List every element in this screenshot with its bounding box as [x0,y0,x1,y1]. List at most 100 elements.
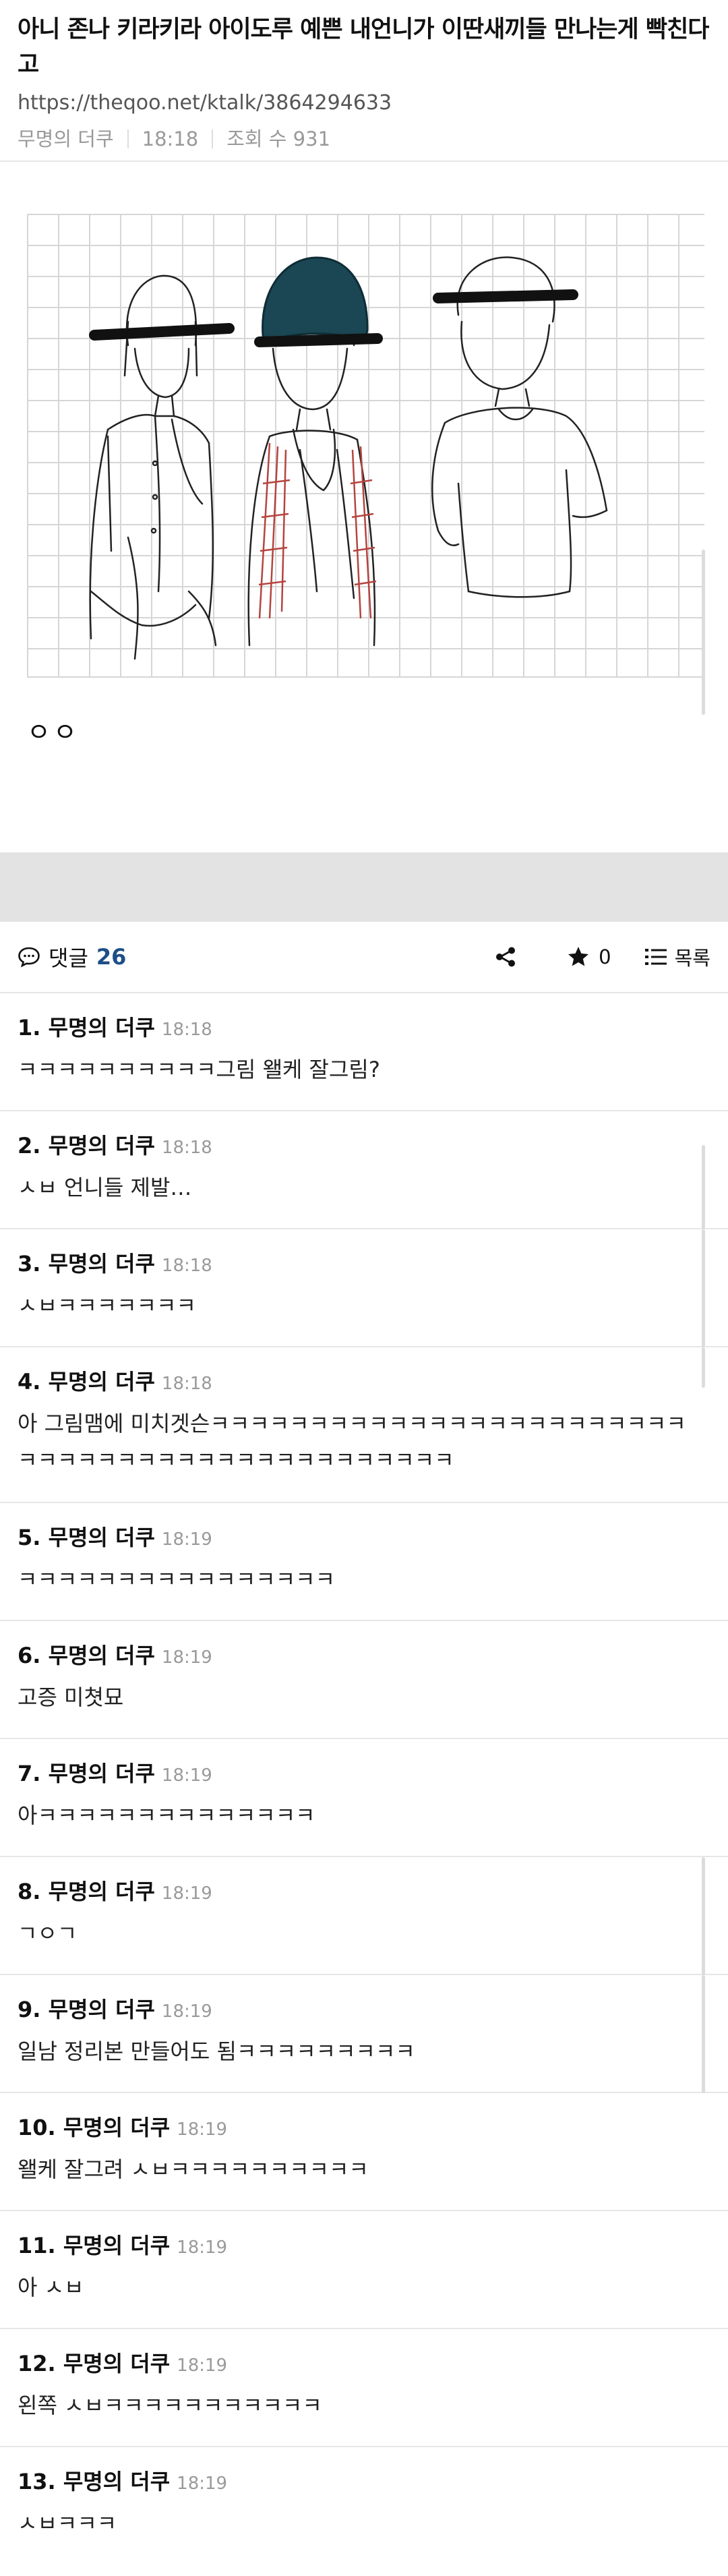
comment-text: ㅅㅂㅋㅋㅋ [18,2511,117,2536]
comments-count: 26 [96,944,127,970]
post-meta: 무명의 더쿠 18:18 조회 수 931 [18,125,710,152]
comment-item[interactable]: 5. 무명의 더쿠 18:19 ㅋㅋㅋㅋㅋㅋㅋㅋㅋㅋㅋㅋㅋㅋㅋㅋ [0,1503,728,1621]
comment-header: 3. 무명의 더쿠 18:18 [18,1247,710,1278]
like-button[interactable]: 0 [566,945,611,969]
comment-author[interactable]: 4. 무명의 더쿠 [18,1365,155,1396]
like-count: 0 [599,945,611,968]
comment-item[interactable]: 2. 무명의 더쿠 18:18 ㅅㅂ 언니들 제발… [0,1111,728,1229]
comment-time: 18:18 [161,1374,212,1394]
comment-header: 4. 무명의 더쿠 18:18 [18,1365,710,1396]
comment-time: 18:19 [161,1529,212,1550]
comment-header: 12. 무명의 더쿠 18:19 [18,2347,710,2378]
comment-item[interactable]: 9. 무명의 더쿠 18:19 일남 정리본 만들어도 됨ㅋㅋㅋㅋㅋㅋㅋㅋㅋ [0,1975,728,2093]
section-divider-band [0,852,728,922]
comment-time: 18:19 [161,1647,212,1668]
comment-author[interactable]: 13. 무명의 더쿠 [18,2465,170,2496]
post-author[interactable]: 무명의 더쿠 [18,125,114,152]
comment-time: 18:19 [177,2355,228,2376]
comment-time: 18:18 [161,1256,212,1276]
comment-time: 18:19 [177,2119,228,2140]
comment-author[interactable]: 6. 무명의 더쿠 [18,1639,155,1670]
comment-item[interactable]: 7. 무명의 더쿠 18:19 아ㅋㅋㅋㅋㅋㅋㅋㅋㅋㅋㅋㅋㅋㅋ [0,1739,728,1857]
post-body: ㅇㅇ [0,162,728,852]
list-scroll-thumb[interactable] [702,1229,705,1347]
comment-time: 18:19 [177,2237,228,2258]
comment-time: 18:19 [177,2473,228,2494]
comment-time: 18:19 [161,2001,212,2022]
post-views: 조회 수 931 [226,127,331,150]
comment-author[interactable]: 9. 무명의 더쿠 [18,1993,155,2024]
comment-count-group[interactable]: 댓글 26 [18,941,126,972]
comment-item[interactable]: 13. 무명의 더쿠 18:19 ㅅㅂㅋㅋㅋ [0,2447,728,2565]
post-drawing-image [27,214,704,678]
comment-header: 7. 무명의 더쿠 18:19 [18,1757,710,1788]
comment-author[interactable]: 12. 무명의 더쿠 [18,2347,170,2378]
post-body-text: ㅇㅇ [27,718,80,747]
comment-item[interactable]: 4. 무명의 더쿠 18:18 아 그림맴에 미치겟슨ㅋㅋㅋㅋㅋㅋㅋㅋㅋㅋㅋㅋㅋ… [0,1347,728,1503]
comment-text: 아 그림맴에 미치겟슨ㅋㅋㅋㅋㅋㅋㅋㅋㅋㅋㅋㅋㅋㅋㅋㅋㅋㅋㅋㅋㅋㅋㅋㅋㅋㅋㅋㅋㅋ… [18,1411,686,1473]
list-scroll-thumb[interactable] [702,1857,705,1975]
post-title: 아니 존나 키라키라 아이도루 예쁜 내언니가 이딴새끼들 만나는게 빡친다고 [18,16,709,78]
meta-divider [212,129,214,148]
meta-divider [127,129,129,148]
comment-header: 1. 무명의 더쿠 18:18 [18,1011,710,1042]
comment-header: 10. 무명의 더쿠 18:19 [18,2111,710,2142]
comment-header: 2. 무명의 더쿠 18:18 [18,1129,710,1160]
comment-author[interactable]: 11. 무명의 더쿠 [18,2229,170,2260]
comment-text: 왤케 잘그려 ㅅㅂㅋㅋㅋㅋㅋㅋㅋㅋㅋㅋ [18,2157,369,2182]
comment-text: ㅋㅋㅋㅋㅋㅋㅋㅋㅋㅋ그림 왤케 잘그림? [18,1057,380,1082]
comment-header: 9. 무명의 더쿠 18:19 [18,1993,710,2024]
page: 아니 존나 키라키라 아이도루 예쁜 내언니가 이딴새끼들 만나는게 빡친다고 … [0,0,728,2576]
comment-time: 18:19 [161,1883,212,1904]
comment-item[interactable]: 3. 무명의 더쿠 18:18 ㅅㅂㅋㅋㅋㅋㅋㅋㅋ [0,1229,728,1347]
comments-label: 댓글 [49,945,88,971]
comment-header: 11. 무명의 더쿠 18:19 [18,2229,710,2260]
comment-author[interactable]: 3. 무명의 더쿠 [18,1247,155,1278]
comment-text: ㅅㅂㅋㅋㅋㅋㅋㅋㅋ [18,1293,196,1318]
comment-text: 아 ㅅㅂ [18,2275,84,2300]
list-scroll-thumb[interactable] [702,1975,705,2093]
comment-list: 1. 무명의 더쿠 18:18 ㅋㅋㅋㅋㅋㅋㅋㅋㅋㅋ그림 왤케 잘그림? 2. … [0,993,728,2565]
post-time: 18:18 [142,127,199,150]
comment-author[interactable]: 5. 무명의 더쿠 [18,1521,155,1552]
list-label: 목록 [674,947,710,970]
star-icon [568,947,589,966]
comment-text: ㄱㅇㄱ [18,1921,78,1946]
comment-author[interactable]: 2. 무명의 더쿠 [18,1129,155,1160]
comment-header: 5. 무명의 더쿠 18:19 [18,1521,710,1552]
list-scroll-thumb[interactable] [702,1347,705,1388]
share-icon [496,947,516,967]
comment-header: 13. 무명의 더쿠 18:19 [18,2465,710,2496]
comment-header: 6. 무명의 더쿠 18:19 [18,1639,710,1670]
comment-author[interactable]: 7. 무명의 더쿠 [18,1757,155,1788]
comment-text: ㅋㅋㅋㅋㅋㅋㅋㅋㅋㅋㅋㅋㅋㅋㅋㅋ [18,1567,336,1592]
comment-item[interactable]: 1. 무명의 더쿠 18:18 ㅋㅋㅋㅋㅋㅋㅋㅋㅋㅋ그림 왤케 잘그림? [0,993,728,1111]
comment-time: 18:18 [161,1138,212,1158]
comment-author[interactable]: 1. 무명의 더쿠 [18,1011,155,1042]
comment-header: 8. 무명의 더쿠 18:19 [18,1875,710,1906]
comment-actions: 0 목록 [492,943,710,971]
post-url[interactable]: https://theqoo.net/ktalk/3864294633 [18,89,710,117]
comment-text: 고증 미쳣묘 [18,1685,124,1710]
comment-text: 왼쪽 ㅅㅂㅋㅋㅋㅋㅋㅋㅋㅋㅋㅋㅋ [18,2393,322,2418]
comment-item[interactable]: 10. 무명의 더쿠 18:19 왤케 잘그려 ㅅㅂㅋㅋㅋㅋㅋㅋㅋㅋㅋㅋ [0,2093,728,2211]
comment-time: 18:18 [161,1020,212,1040]
speech-bubble-icon [18,945,40,968]
comment-author[interactable]: 10. 무명의 더쿠 [18,2111,170,2142]
comment-text: ㅅㅂ 언니들 제발… [18,1175,192,1200]
comment-author[interactable]: 8. 무명의 더쿠 [18,1875,155,1906]
comment-item[interactable]: 11. 무명의 더쿠 18:19 아 ㅅㅂ [0,2211,728,2329]
comment-time: 18:19 [161,1765,212,1786]
share-button[interactable] [492,943,519,970]
comment-text: 아ㅋㅋㅋㅋㅋㅋㅋㅋㅋㅋㅋㅋㅋㅋ [18,1803,315,1828]
comment-item[interactable]: 8. 무명의 더쿠 18:19 ㄱㅇㄱ [0,1857,728,1975]
comment-item[interactable]: 12. 무명의 더쿠 18:19 왼쪽 ㅅㅂㅋㅋㅋㅋㅋㅋㅋㅋㅋㅋㅋ [0,2329,728,2447]
sketch-illustration [89,256,608,660]
list-button[interactable]: 목록 [644,943,710,971]
comment-item[interactable]: 6. 무명의 더쿠 18:19 고증 미쳣묘 [0,1621,728,1739]
comment-toolbar: 댓글 26 0 목록 [0,922,728,993]
image-scroll-thumb[interactable] [702,550,705,715]
comment-text: 일남 정리본 만들어도 됨ㅋㅋㅋㅋㅋㅋㅋㅋㅋ [18,2039,415,2064]
list-scroll-thumb[interactable] [702,1145,705,1229]
list-icon [644,949,667,965]
